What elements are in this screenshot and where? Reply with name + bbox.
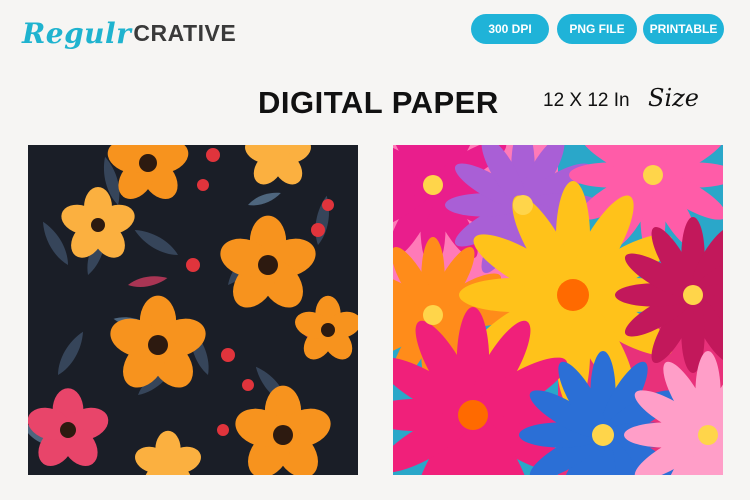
page-title: DIGITAL PAPER	[258, 85, 499, 120]
size-script-label: Size	[648, 84, 699, 112]
logo-bold-text: CRATIVE	[133, 19, 237, 46]
dark-floral-pattern-image	[28, 145, 358, 475]
logo-script-text: Regulr	[22, 16, 132, 50]
size-dimensions: 12 X 12 In	[543, 90, 630, 111]
brand-logo: Regulr CRATIVE	[22, 10, 262, 56]
printable-badge: PRINTABLE	[643, 14, 724, 44]
colorful-daisy-pattern-image	[393, 145, 723, 475]
png-file-badge: PNG FILE	[557, 14, 637, 44]
dpi-badge: 300 DPI	[471, 14, 549, 44]
